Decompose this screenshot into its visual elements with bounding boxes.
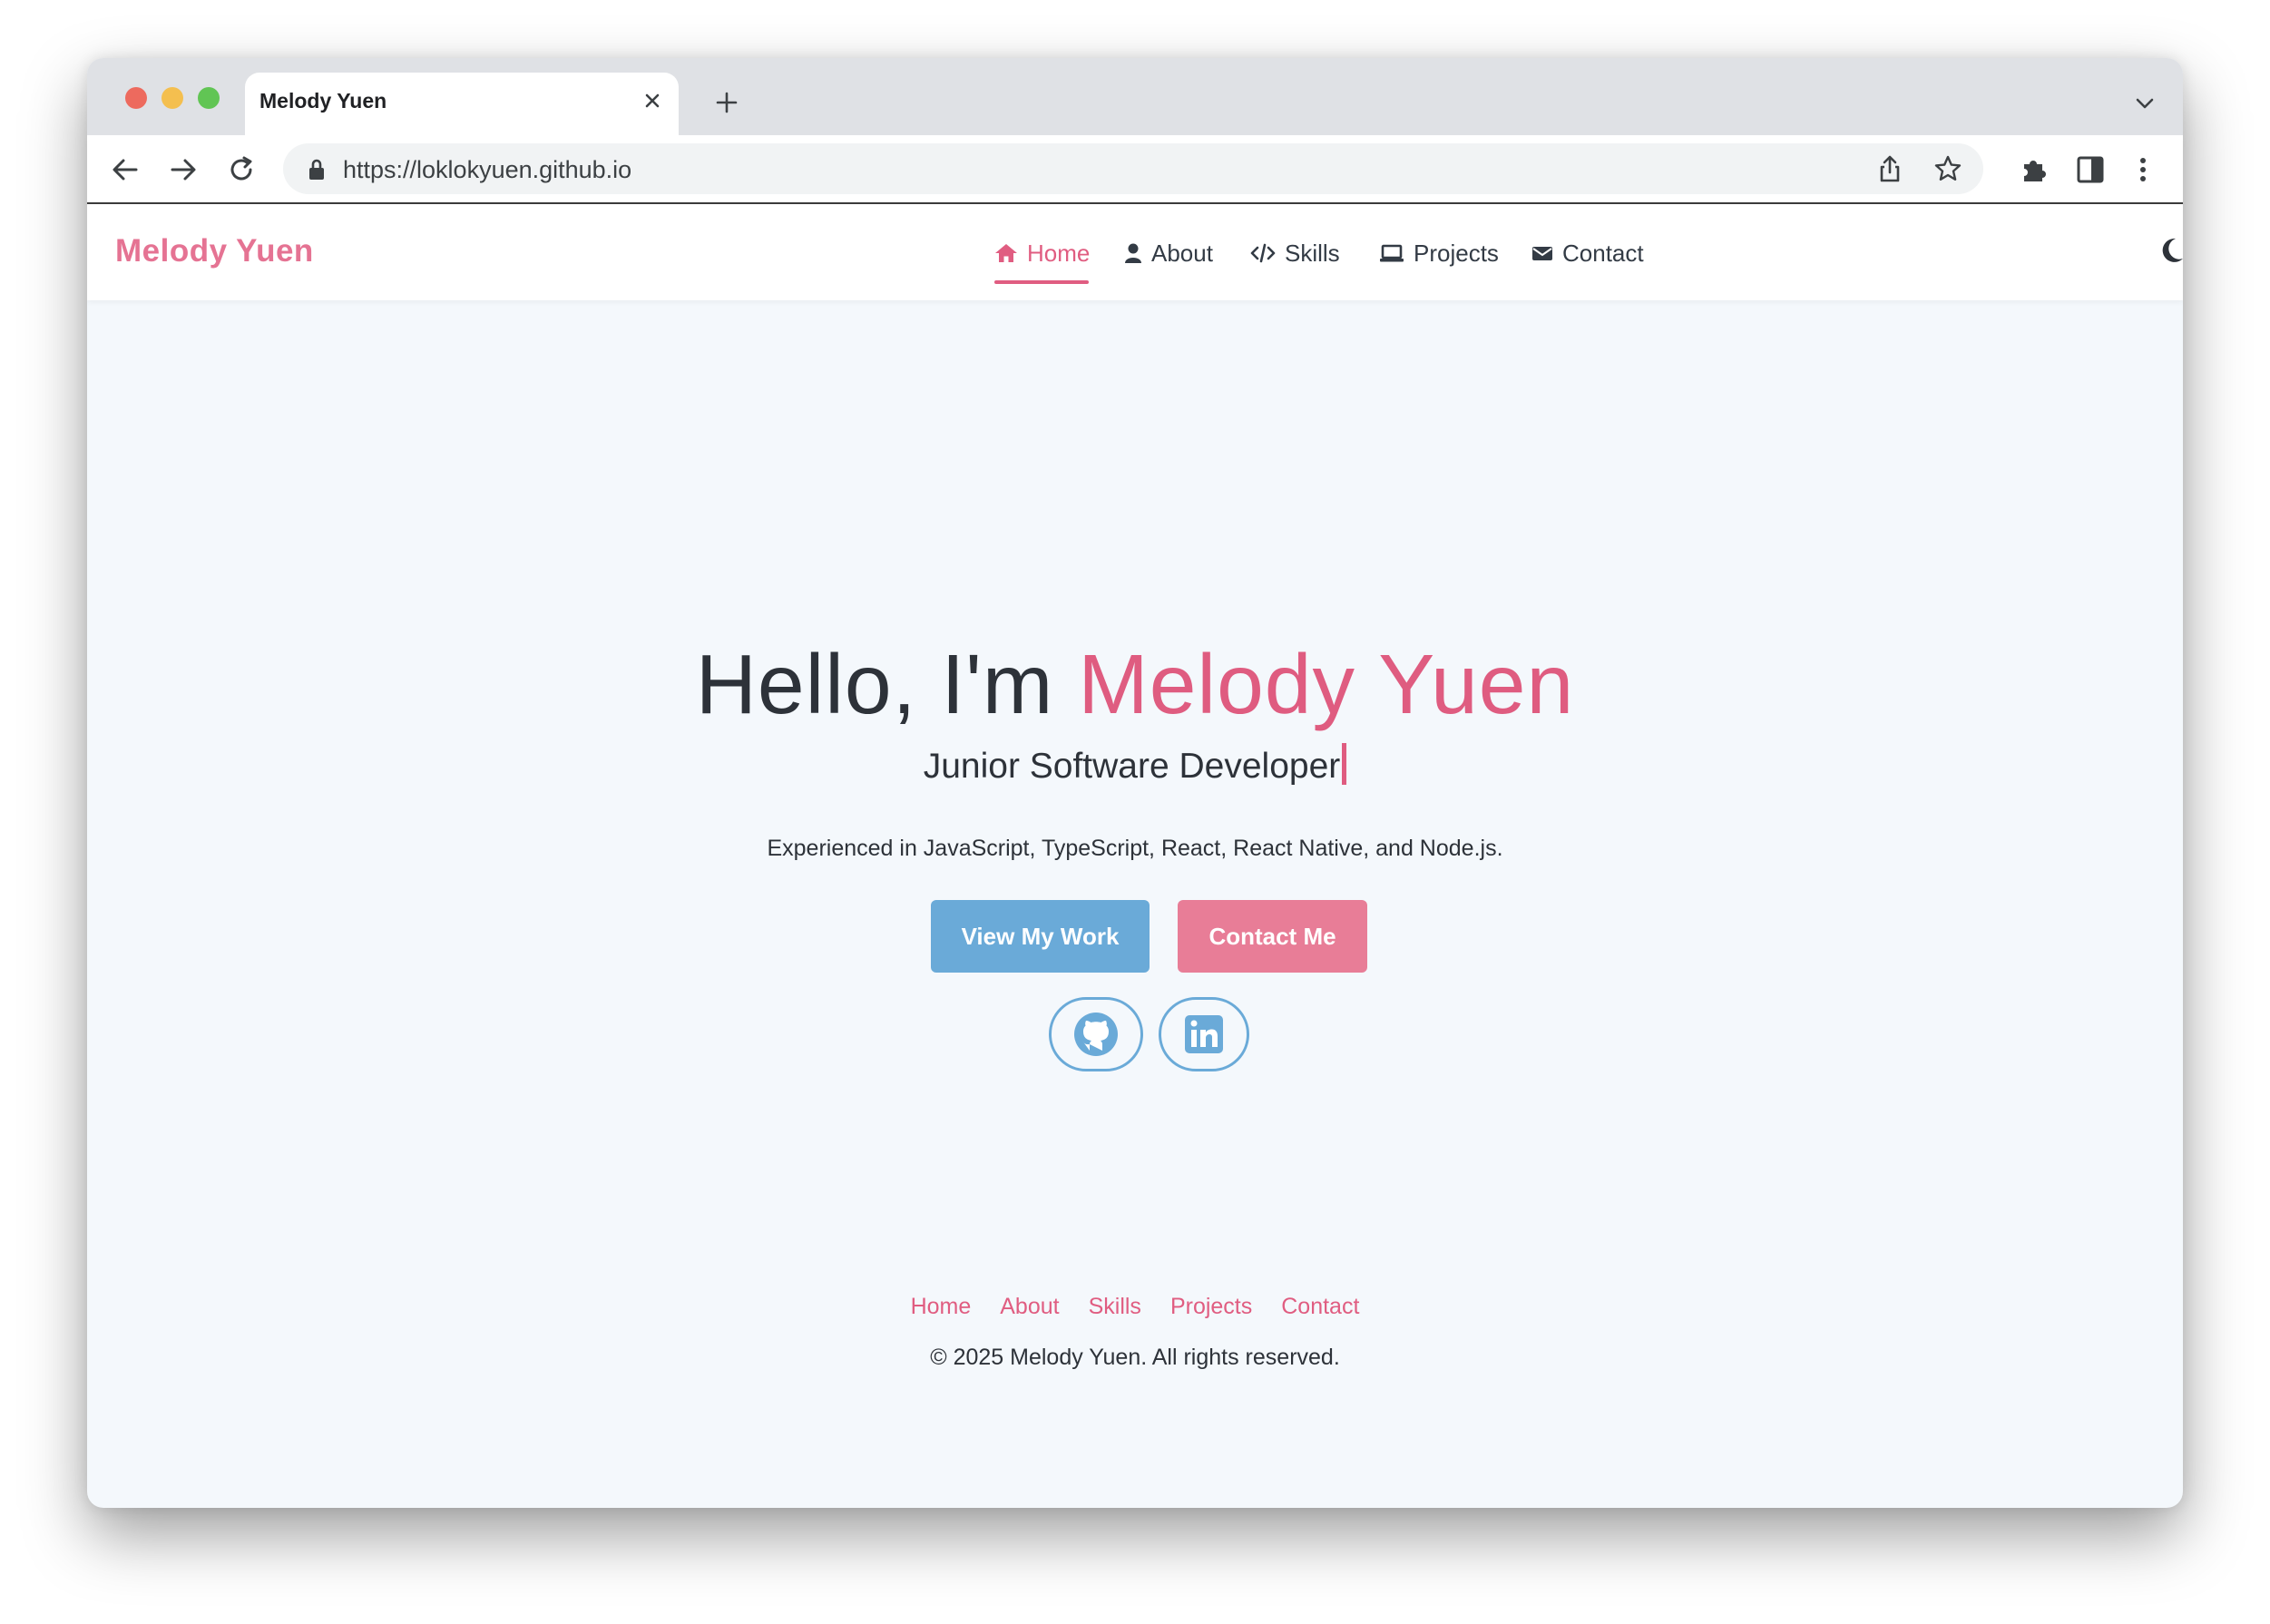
hero-greeting: Hello, I'm	[695, 637, 1054, 731]
nav-item-contact[interactable]: Contact	[1531, 235, 1644, 271]
address-bar[interactable]: https://loklokyuen.github.io	[283, 143, 1983, 194]
footer-link-about[interactable]: About	[1000, 1294, 1059, 1320]
share-icon[interactable]	[1874, 153, 1905, 184]
user-icon	[1125, 243, 1141, 263]
home-icon	[995, 244, 1017, 262]
site-brand[interactable]: Melody Yuen	[115, 233, 314, 269]
hero-subtitle: Junior Software Developer	[923, 747, 1341, 786]
active-nav-underline	[994, 280, 1089, 284]
bookmark-star-icon[interactable]	[1932, 153, 1963, 184]
maximize-window-button[interactable]	[198, 87, 220, 109]
new-tab-icon[interactable]	[713, 89, 740, 116]
github-icon	[1074, 1013, 1118, 1056]
chevron-down-icon[interactable]	[2134, 94, 2156, 113]
code-icon	[1250, 243, 1276, 263]
nav-item-skills[interactable]: Skills	[1250, 235, 1340, 271]
linkedin-link[interactable]	[1159, 997, 1249, 1071]
forward-arrow-icon[interactable]	[167, 153, 200, 186]
nav-item-label: Home	[1027, 239, 1091, 267]
side-panel-icon[interactable]	[2074, 153, 2107, 186]
url-text: https://loklokyuen.github.io	[343, 156, 632, 183]
browser-window: Melody Yuen https://loklokyuen.github.io…	[87, 58, 2183, 1508]
typing-cursor	[1342, 743, 1347, 785]
footer-links: Home About Skills Projects Contact	[87, 1294, 2183, 1320]
tab-title: Melody Yuen	[259, 89, 387, 113]
contact-me-button[interactable]: Contact Me	[1178, 900, 1367, 973]
github-link[interactable]	[1049, 997, 1143, 1071]
browser-menu-icon[interactable]	[2127, 153, 2159, 186]
close-tab-icon[interactable]	[639, 87, 666, 114]
site-navbar: Melody Yuen Home About Skills Projects C…	[87, 204, 2183, 300]
footer-link-home[interactable]: Home	[911, 1294, 972, 1320]
extensions-puzzle-icon[interactable]	[2018, 153, 2050, 186]
hero-description: Experienced in JavaScript, TypeScript, R…	[767, 836, 1503, 861]
nav-item-home[interactable]: Home	[994, 235, 1091, 284]
nav-item-projects[interactable]: Projects	[1379, 235, 1499, 271]
footer-link-projects[interactable]: Projects	[1170, 1294, 1252, 1320]
linkedin-icon	[1185, 1015, 1223, 1053]
nav-item-label: Projects	[1414, 239, 1499, 267]
close-window-button[interactable]	[125, 87, 147, 109]
envelope-icon	[1532, 247, 1552, 260]
nav-item-label: Contact	[1562, 239, 1644, 267]
footer-link-contact[interactable]: Contact	[1281, 1294, 1359, 1320]
moon-icon[interactable]	[2156, 235, 2183, 266]
browser-tab[interactable]: Melody Yuen	[245, 73, 679, 135]
hero-heading: Hello, I'm Melody Yuen	[87, 636, 2183, 733]
footer-link-skills[interactable]: Skills	[1089, 1294, 1141, 1320]
tab-strip: Melody Yuen	[87, 58, 2183, 135]
nav-item-about[interactable]: About	[1124, 235, 1213, 271]
browser-toolbar: https://loklokyuen.github.io	[87, 135, 2183, 204]
back-arrow-icon[interactable]	[109, 153, 142, 186]
laptop-icon	[1380, 244, 1404, 262]
hero-subtitle-line: Junior Software Developer	[87, 743, 2183, 787]
view-my-work-button[interactable]: View My Work	[931, 900, 1150, 973]
minimize-window-button[interactable]	[161, 87, 183, 109]
nav-item-label: About	[1151, 239, 1213, 267]
hero-name: Melody Yuen	[1078, 637, 1575, 731]
nav-item-label: Skills	[1285, 239, 1340, 267]
lock-icon	[309, 159, 324, 180]
copyright-text: © 2025 Melody Yuen. All rights reserved.	[930, 1345, 1340, 1370]
hero-section: Hello, I'm Melody Yuen Junior Software D…	[87, 300, 2183, 1208]
reload-icon[interactable]	[225, 153, 258, 186]
